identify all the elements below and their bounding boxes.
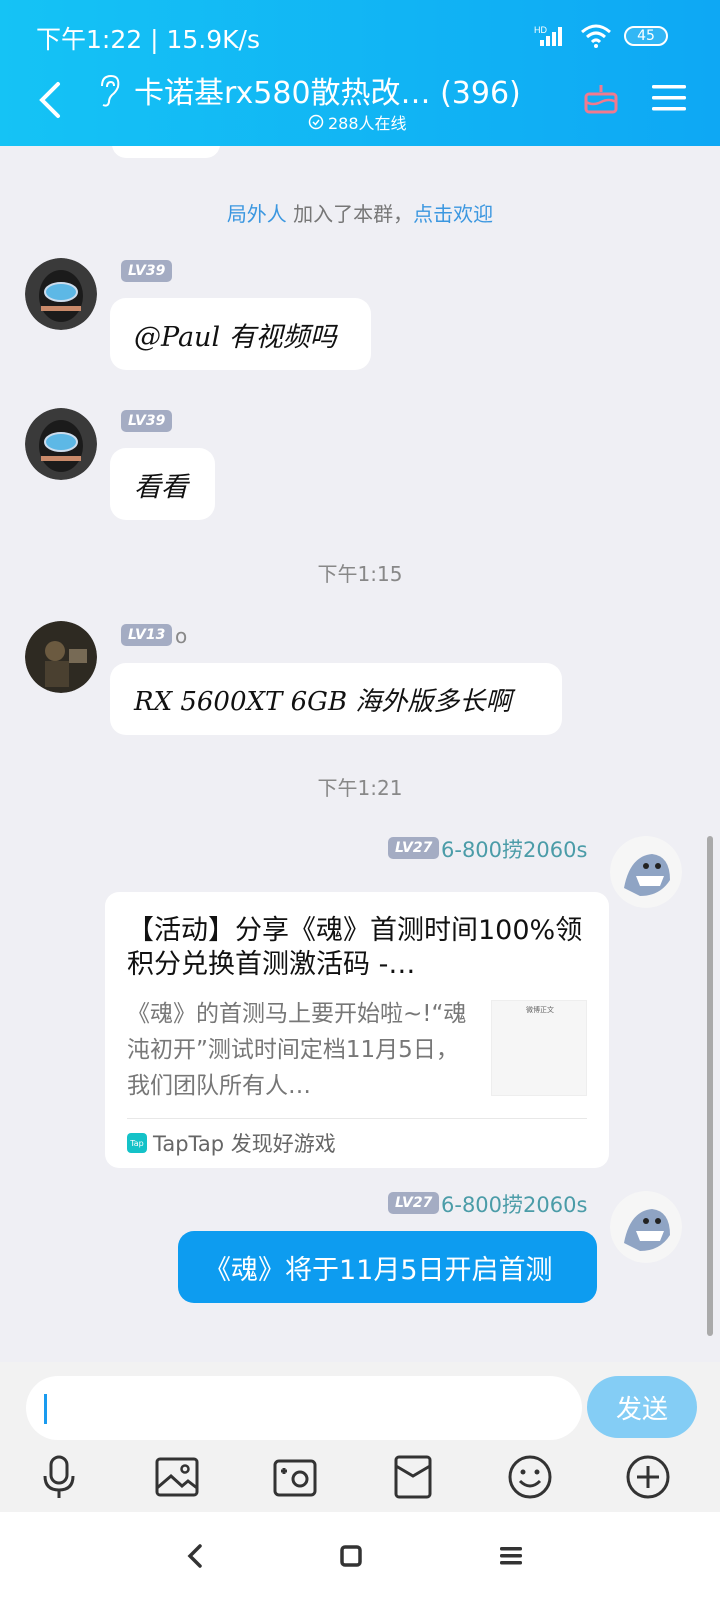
back-button[interactable] (36, 80, 66, 120)
ear-icon[interactable] (96, 74, 122, 108)
avatar[interactable] (25, 621, 97, 693)
previous-message-bubble (112, 146, 220, 158)
level-badge: LV13 (121, 624, 173, 646)
nav-home-icon[interactable] (335, 1540, 367, 1572)
avatar[interactable] (25, 408, 97, 480)
timestamp: 下午1:21 (317, 776, 403, 800)
microphone-icon[interactable] (36, 1454, 82, 1500)
system-message: 局外人 加入了本群，点击欢迎 (0, 198, 720, 227)
avatar[interactable] (610, 836, 682, 908)
status-time-speed: 下午1:22 | 15.9K/s (36, 25, 260, 54)
online-text: 288人在线 (328, 114, 407, 133)
message-bubble[interactable]: @Paul 有视频吗 (110, 298, 371, 370)
message-bubble[interactable]: 看看 (110, 448, 215, 520)
message-bubble[interactable]: RX 5600XT 6GB 海外版多长啊 (110, 663, 562, 735)
link-card[interactable]: 【活动】分享《魂》首测时间100%领积分兑换首测激活码 -… 《魂》的首测马上要… (105, 892, 609, 1168)
cake-icon[interactable] (583, 80, 619, 116)
level-badge: LV39 (121, 410, 173, 432)
level-badge: LV27 (388, 1192, 440, 1214)
level-badge: LV39 (121, 260, 173, 282)
group-title[interactable]: 卡诺基rx580散热改… (396) (134, 68, 521, 112)
nav-recents-icon[interactable] (495, 1540, 527, 1572)
nickname[interactable]: 6-800捞2060s (441, 1189, 587, 1219)
battery-icon: 45 (624, 26, 668, 46)
avatar[interactable] (610, 1191, 682, 1263)
timestamp: 下午1:15 (317, 562, 403, 586)
scrollbar[interactable] (707, 836, 713, 1336)
send-button[interactable]: 发送 (587, 1376, 697, 1438)
plus-icon[interactable] (625, 1454, 671, 1500)
welcome-link[interactable]: 点击欢迎 (413, 202, 493, 226)
wifi-icon (581, 24, 611, 48)
input-area: 发送 (0, 1362, 720, 1513)
card-title: 【活动】分享《魂》首测时间100%领积分兑换首测激活码 -… (127, 915, 583, 980)
taptap-logo-icon: Tap (127, 1133, 147, 1153)
nickname[interactable]: o (175, 624, 187, 648)
input-toolbar (0, 1454, 720, 1512)
avatar[interactable] (25, 258, 97, 330)
chat-header: 下午1:22 | 15.9K/s HD 45 卡诺基rx580散热改… (396… (0, 0, 720, 146)
chat-area[interactable]: 局外人 加入了本群，点击欢迎 LV39 @Paul 有视频吗 LV39 看看 下… (0, 146, 720, 1362)
menu-icon[interactable] (652, 82, 686, 114)
system-nav-bar (0, 1512, 720, 1600)
signal-icon: HD (534, 25, 562, 46)
image-icon[interactable] (154, 1454, 200, 1500)
card-thumbnail: 微博正文 (491, 1000, 587, 1096)
card-description: 《魂》的首测马上要开始啦~!“魂沌初开”测试时间定档11月5日，我们团队所有人… (127, 1001, 467, 1099)
card-source-text: TapTap 发现好游戏 (153, 1132, 336, 1156)
red-packet-icon[interactable] (390, 1454, 436, 1500)
system-message-user[interactable]: 局外人 (227, 202, 287, 226)
online-count: 288人在线 (308, 110, 407, 134)
check-circle-icon (308, 114, 324, 130)
message-input[interactable] (26, 1376, 582, 1440)
message-bubble[interactable]: 《魂》将于11月5日开启首测 (178, 1231, 597, 1303)
hd-label: HD (534, 25, 547, 35)
emoji-icon[interactable] (507, 1454, 553, 1500)
nav-back-icon[interactable] (180, 1540, 212, 1572)
status-icons: HD 45 (534, 24, 668, 48)
text-cursor (44, 1394, 47, 1424)
camera-icon[interactable] (272, 1454, 318, 1500)
level-badge: LV27 (388, 837, 440, 859)
card-divider (127, 1118, 587, 1119)
card-source: Tap TapTap 发现好游戏 (127, 1128, 336, 1158)
thumbnail-title: 微博正文 (526, 1006, 554, 1014)
system-message-text: 加入了本群， (286, 202, 414, 226)
nickname[interactable]: 6-800捞2060s (441, 834, 587, 864)
